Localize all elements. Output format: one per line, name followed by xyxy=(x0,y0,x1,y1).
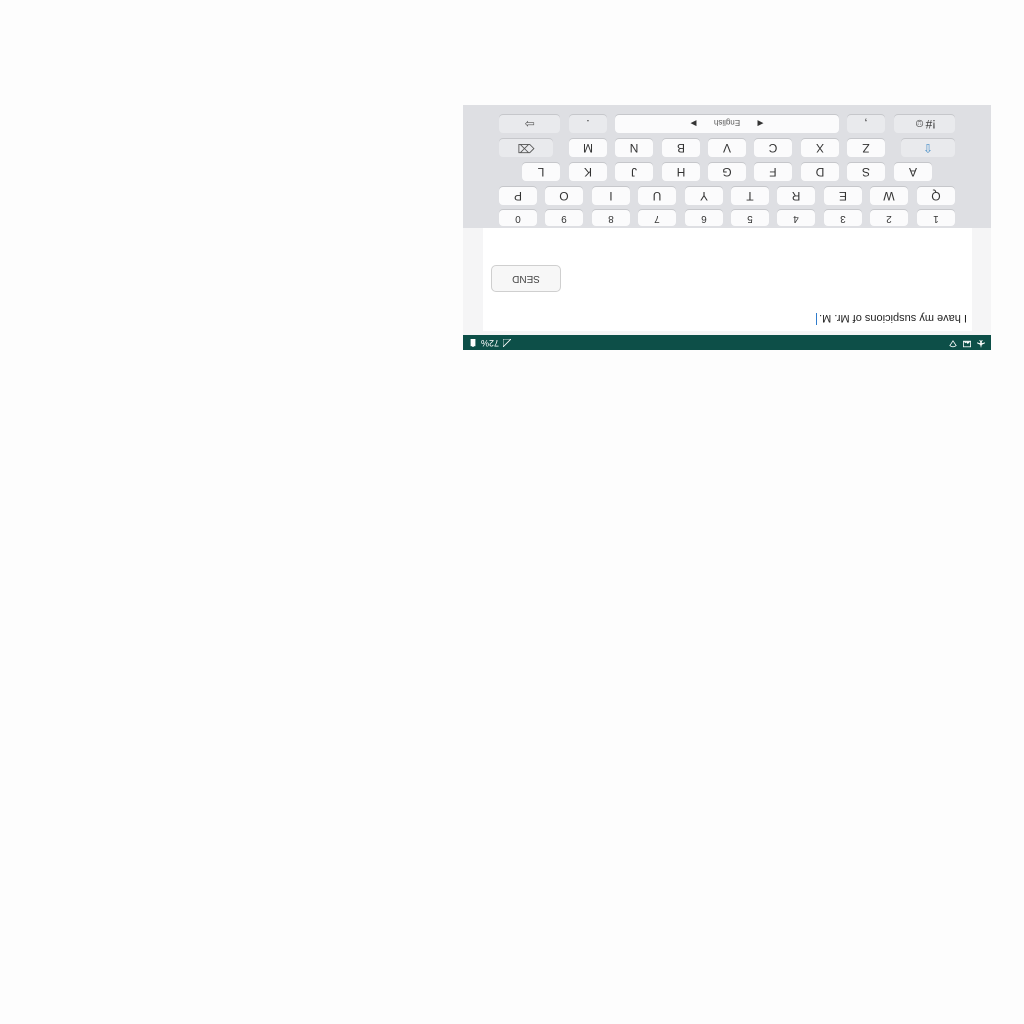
space-key[interactable]: ◂ English ▸ xyxy=(615,115,839,133)
key-n[interactable]: N xyxy=(615,139,653,157)
key-5[interactable]: 5 xyxy=(731,210,769,226)
key-4[interactable]: 4 xyxy=(777,210,815,226)
key-8[interactable]: 8 xyxy=(592,210,630,226)
battery-icon xyxy=(470,339,476,347)
space-language-label: English xyxy=(713,118,741,127)
photo-icon xyxy=(963,340,971,348)
phone-screen: 72% I have my suspicions of Mr. M. SEND … xyxy=(463,105,991,350)
key-a[interactable]: A xyxy=(894,163,932,181)
key-p[interactable]: P xyxy=(499,187,537,205)
key-t[interactable]: T xyxy=(731,187,769,205)
key-j[interactable]: J xyxy=(615,163,653,181)
key-2[interactable]: 2 xyxy=(870,210,908,226)
key-e[interactable]: E xyxy=(824,187,862,205)
send-button[interactable]: SEND xyxy=(491,265,561,292)
symbols-key[interactable]: !#☺ xyxy=(894,115,955,133)
keyboard: 1 2 3 4 5 6 7 8 9 0 Q W E R T Y U I O P … xyxy=(463,105,991,228)
key-6[interactable]: 6 xyxy=(685,210,723,226)
key-x[interactable]: X xyxy=(801,139,839,157)
key-3[interactable]: 3 xyxy=(824,210,862,226)
key-9[interactable]: 9 xyxy=(545,210,583,226)
key-k[interactable]: K xyxy=(569,163,607,181)
key-b[interactable]: B xyxy=(662,139,700,157)
key-7[interactable]: 7 xyxy=(638,210,676,226)
key-u[interactable]: U xyxy=(638,187,676,205)
key-g[interactable]: G xyxy=(708,163,746,181)
key-i[interactable]: I xyxy=(592,187,630,205)
airplane-icon xyxy=(977,340,985,348)
key-c[interactable]: C xyxy=(754,139,792,157)
enter-icon: ⇨ xyxy=(524,117,535,131)
key-q[interactable]: Q xyxy=(917,187,955,205)
key-r[interactable]: R xyxy=(777,187,815,205)
comma-label: , xyxy=(864,117,868,131)
key-h[interactable]: H xyxy=(662,163,700,181)
comma-key[interactable]: , xyxy=(847,115,885,133)
status-right: 72% xyxy=(469,338,512,348)
space-left-arrow-icon: ◂ xyxy=(757,117,764,131)
key-d[interactable]: D xyxy=(801,163,839,181)
key-1[interactable]: 1 xyxy=(917,210,955,226)
key-m[interactable]: M xyxy=(569,139,607,157)
space-right-arrow-icon: ▸ xyxy=(690,117,697,131)
key-f[interactable]: F xyxy=(754,163,792,181)
wifi-icon xyxy=(949,340,957,348)
key-z[interactable]: Z xyxy=(847,139,885,157)
key-o[interactable]: O xyxy=(545,187,583,205)
key-l[interactable]: L xyxy=(522,163,560,181)
key-y[interactable]: Y xyxy=(685,187,723,205)
backspace-icon: ⌫ xyxy=(517,141,535,155)
shift-icon: ⇧ xyxy=(922,141,934,155)
message-text: I have my suspicions of Mr. M. xyxy=(819,312,967,324)
signal-icon xyxy=(503,339,512,347)
symbols-label: !#☺ xyxy=(913,117,936,131)
status-left xyxy=(949,340,985,348)
enter-key[interactable]: ⇨ xyxy=(499,115,560,133)
period-key[interactable]: . xyxy=(569,115,607,133)
key-v[interactable]: V xyxy=(708,139,746,157)
status-bar: 72% xyxy=(463,335,991,350)
message-input[interactable]: I have my suspicions of Mr. M. xyxy=(816,312,967,325)
text-cursor xyxy=(816,313,818,325)
key-s[interactable]: S xyxy=(847,163,885,181)
period-label: . xyxy=(586,117,590,131)
shift-key[interactable]: ⇧ xyxy=(901,139,955,157)
backspace-key[interactable]: ⌫ xyxy=(499,139,553,157)
key-w[interactable]: W xyxy=(870,187,908,205)
compose-area[interactable]: I have my suspicions of Mr. M. SEND xyxy=(483,228,972,331)
battery-percent: 72% xyxy=(481,338,500,348)
key-0[interactable]: 0 xyxy=(499,210,537,226)
